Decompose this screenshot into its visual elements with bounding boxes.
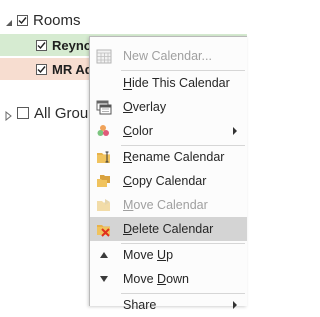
submenu-arrow-icon: [233, 301, 237, 309]
tree-group-all-groups[interactable]: All Grou: [4, 102, 88, 124]
menu-item-label: Move Calendar: [123, 198, 208, 212]
menu-item-label: Delete Calendar: [123, 222, 214, 236]
triangle-down-icon: [100, 276, 108, 282]
menu-item-move-up[interactable]: Move Up: [90, 243, 247, 267]
overlay-icon: [96, 100, 112, 115]
menu-item-label: Hide This Calendar: [123, 76, 230, 90]
move-folder-icon: [97, 199, 110, 211]
room-item-label: MR Ad: [52, 61, 93, 77]
menu-item-label: Overlay: [123, 100, 167, 114]
menu-item-label: Copy Calendar: [123, 174, 207, 188]
tree-group-rooms[interactable]: Rooms: [4, 9, 81, 31]
triangle-up-icon: [100, 252, 108, 258]
menu-item-copy-calendar[interactable]: Copy Calendar: [90, 169, 247, 193]
menu-item-label: Move Up: [123, 248, 174, 262]
menu-item-delete-calendar[interactable]: Delete Calendar: [90, 217, 247, 241]
menu-item-label: Color: [123, 124, 153, 138]
menu-item-move-down[interactable]: Move Down: [90, 267, 247, 291]
all-groups-checkbox[interactable]: [17, 107, 29, 119]
menu-item-label: New Calendar...: [123, 49, 212, 63]
menu-item-label: Move Down: [123, 272, 190, 286]
menu-item-color[interactable]: Color: [90, 119, 247, 143]
menu-item-overlay[interactable]: Overlay: [90, 95, 247, 119]
menu-item-label: Rename Calendar: [123, 150, 225, 164]
copy-folder-icon: [97, 175, 110, 187]
menu-item-move-calendar[interactable]: Move Calendar: [90, 193, 247, 217]
menu-item-hide-calendar[interactable]: Hide This Calendar: [90, 71, 247, 95]
room-item-checkbox[interactable]: [36, 63, 47, 75]
rename-folder-icon: [97, 151, 110, 163]
submenu-arrow-icon: [233, 127, 237, 135]
calendar-grid-icon: [96, 49, 112, 64]
calendar-context-menu: New Calendar... Hide This Calendar Overl…: [89, 36, 247, 312]
delete-calendar-icon: [97, 225, 110, 237]
menu-item-new-calendar[interactable]: New Calendar...: [90, 44, 247, 68]
collapse-chevron-icon[interactable]: [4, 15, 14, 26]
menu-item-label: Share: [123, 298, 157, 312]
expand-chevron-icon[interactable]: [4, 108, 14, 122]
color-palette-icon: [97, 125, 109, 136]
rooms-checkbox[interactable]: [17, 14, 28, 26]
menu-item-share[interactable]: Share: [90, 293, 247, 317]
menu-item-rename-calendar[interactable]: Rename Calendar: [90, 145, 247, 169]
room-item-checkbox[interactable]: [36, 39, 47, 51]
rooms-group-label: Rooms: [33, 11, 81, 29]
all-groups-label: All Grou: [34, 104, 89, 122]
